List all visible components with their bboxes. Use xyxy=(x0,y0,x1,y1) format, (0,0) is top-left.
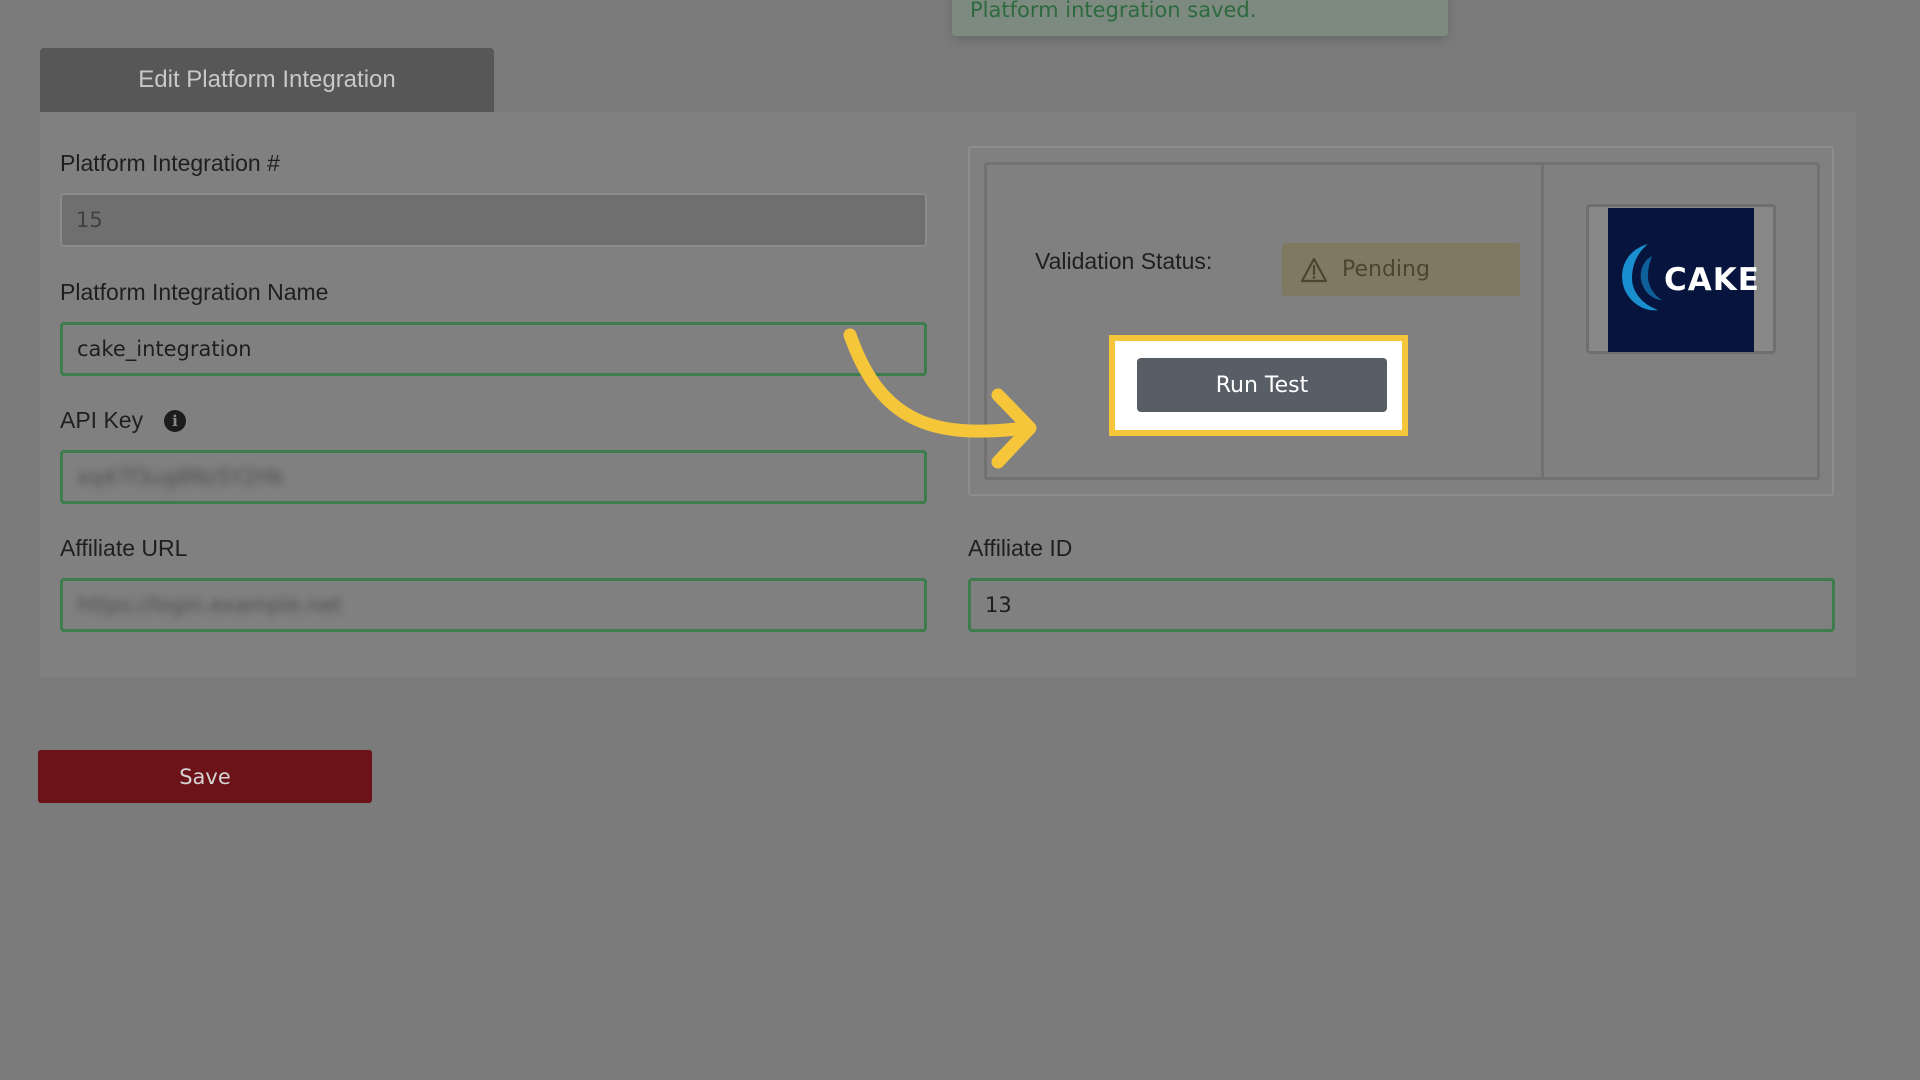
warning-icon xyxy=(1300,257,1328,282)
toast-message: Platform integration saved. xyxy=(970,0,1257,22)
info-icon[interactable]: i xyxy=(164,410,186,432)
validation-status-label: Validation Status: xyxy=(1035,248,1213,274)
affiliate-url-label: Affiliate URL xyxy=(60,535,188,561)
integration-name-label: Platform Integration Name xyxy=(60,279,329,305)
run-test-button[interactable]: Run Test xyxy=(1137,358,1387,412)
api-key-label: API Key xyxy=(60,407,144,433)
affiliate-id-input[interactable]: 13 xyxy=(968,578,1835,632)
cake-logo: CAKE xyxy=(1608,208,1759,352)
integration-name-input[interactable]: cake_integration xyxy=(60,322,927,376)
tutorial-arrow-icon xyxy=(843,328,1037,469)
integration-number-value: 15 xyxy=(76,208,103,232)
cake-logo-text: CAKE xyxy=(1664,262,1760,298)
api-key-input[interactable]: xq47f3ug8Nz5Y2Hk xyxy=(60,450,927,504)
validation-divider xyxy=(1541,162,1544,480)
status-badge: Pending xyxy=(1282,243,1520,296)
tab-edit-platform-integration[interactable]: Edit Platform Integration xyxy=(40,48,494,112)
integration-number-field: 15 xyxy=(60,193,927,247)
affiliate-url-value: https://login.example.net xyxy=(77,593,342,617)
integration-number-label: Platform Integration # xyxy=(60,150,280,176)
status-badge-label: Pending xyxy=(1342,257,1430,282)
api-key-value: xq47f3ug8Nz5Y2Hk xyxy=(77,465,285,489)
save-button[interactable]: Save xyxy=(38,750,372,803)
integration-name-value: cake_integration xyxy=(77,337,252,361)
cake-crescent-icon xyxy=(1622,244,1662,311)
success-toast: Platform integration saved. xyxy=(952,0,1448,36)
affiliate-url-input[interactable]: https://login.example.net xyxy=(60,578,927,632)
affiliate-id-label: Affiliate ID xyxy=(968,535,1073,561)
affiliate-id-value: 13 xyxy=(985,593,1012,617)
